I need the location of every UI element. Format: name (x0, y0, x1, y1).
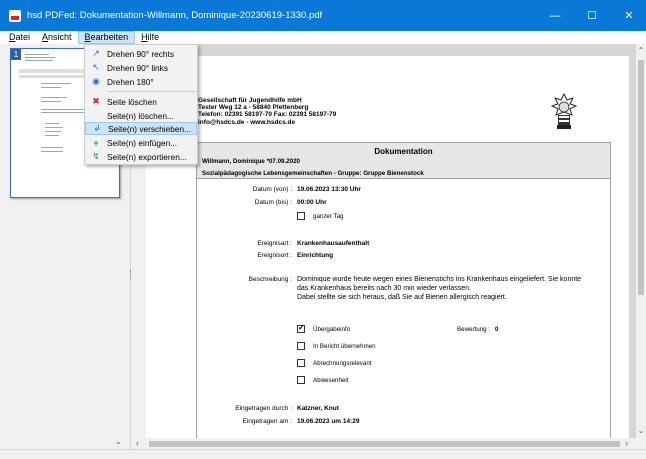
group-line: Sozialpädagogische Lebensgemeinschaften … (202, 170, 424, 177)
thumbnail-page-number: 1 (11, 49, 21, 60)
menu-item-rotate-right[interactable]: ↗ Drehen 90° rechts (85, 47, 197, 60)
app-pdf-icon (9, 9, 21, 22)
menu-item-delete-pages[interactable]: Seite(n) löschen... (85, 109, 197, 122)
eingetragen-am-value: 19.06.2023 um 14:29 (297, 418, 360, 425)
ereignisart-value: Krankenhausaufenthalt (297, 240, 370, 247)
ganzer-tag-label: ganzer Tag (313, 213, 344, 220)
menu-bearbeiten[interactable]: Bearbeiten (77, 31, 136, 44)
scroll-left-icon[interactable]: ‹ (136, 438, 139, 448)
beschreibung-line-1: Dominique wurde heute wegen eines Bienen… (297, 276, 582, 283)
menu-bar: Datei Ansicht Bearbeiten Hilfe (0, 31, 646, 44)
document-title: Dokumentation (374, 147, 433, 156)
vertical-scrollbar[interactable]: ⌃ ⌄ (636, 44, 646, 438)
document-viewer[interactable]: Gesellschaft für Jugendhilfe mbH Tester … (146, 44, 636, 438)
minimize-button[interactable]: — (538, 0, 572, 31)
pdf-page: Gesellschaft für Jugendhilfe mbH Tester … (146, 56, 629, 438)
scroll-right-icon[interactable]: › (625, 438, 628, 448)
thumbnail-scroll-down-icon[interactable]: ⌄ (115, 437, 122, 446)
company-header: Gesellschaft für Jugendhilfe mbH Tester … (198, 97, 337, 126)
datum-bis-value: 00:00 Uhr (297, 199, 327, 206)
move-pages-icon: ↲ (93, 123, 101, 133)
menu-item-rotate-180[interactable]: ◉ Drehen 180° (85, 75, 197, 88)
abrechnung-label: Abrechnungsrelevant (313, 360, 372, 367)
panel-splitter[interactable] (130, 270, 132, 280)
rotate-180-icon: ◉ (92, 76, 100, 86)
title-bar: hsd PDFed: Dokumentation-Willmann, Domin… (0, 0, 646, 31)
ereignisort-value: Einrichtung (297, 252, 334, 259)
datum-bis-label: Datum (bis) : (254, 199, 292, 206)
menu-datei[interactable]: Datei (3, 31, 36, 44)
ganzer-tag-checkbox (297, 212, 305, 220)
status-bar (0, 449, 646, 459)
rotate-left-icon: ↖ (92, 62, 100, 72)
vertical-scroll-thumb[interactable] (638, 60, 644, 295)
menu-separator (107, 91, 197, 92)
eingetragen-durch-label: Eingetragen durch : (235, 405, 292, 412)
menu-item-move-pages[interactable]: ↲ Seite(n) verschieben... (85, 122, 197, 135)
in-bericht-checkbox (297, 342, 305, 350)
beschreibung-line-3: Dabei stellte sie sich heraus, daß Sie a… (297, 294, 507, 301)
eingetragen-durch-value: Katzner, Knut (297, 405, 339, 412)
maximize-button[interactable]: ☐ (575, 0, 609, 31)
documentation-box: Dokumentation Willmann, Dominique *07.09… (196, 142, 611, 438)
bewertung-label: Bewertung : (457, 326, 491, 333)
abrechnung-checkbox (297, 359, 305, 367)
beschreibung-label: Beschreibung : (248, 276, 292, 283)
menu-item-delete-page[interactable]: ✖ Seite löschen (85, 95, 197, 108)
abwesenheit-checkbox (297, 376, 305, 384)
eingetragen-am-label: Eingetragen am : (242, 418, 292, 425)
menu-ansicht[interactable]: Ansicht (36, 31, 78, 44)
menu-item-insert-pages[interactable]: + Seite(n) einfügen... (85, 136, 197, 149)
documentation-header: Dokumentation Willmann, Dominique *07.09… (197, 143, 610, 179)
menu-item-rotate-left[interactable]: ↖ Drehen 90° links (85, 61, 197, 74)
company-logo (550, 92, 578, 129)
ereignisart-label: Ereignisart : (257, 240, 292, 247)
scroll-up-icon[interactable]: ⌃ (636, 46, 646, 55)
delete-icon: ✖ (92, 96, 100, 106)
menu-item-export-pages[interactable]: ↯ Seite(n) exportieren... (85, 150, 197, 163)
export-pages-icon: ↯ (92, 151, 100, 161)
uebergabeinfo-checkbox (297, 323, 305, 333)
close-button[interactable]: ✕ (612, 0, 646, 31)
bearbeiten-dropdown: ↗ Drehen 90° rechts ↖ Drehen 90° links ◉… (84, 44, 198, 165)
rotate-right-icon: ↗ (92, 48, 100, 58)
uebergabeinfo-label: Übergabeinfo (313, 326, 351, 333)
datum-von-label: Datum (von) : (252, 186, 292, 193)
person-line: Willmann, Dominique *07.09.2020 (202, 158, 300, 165)
scroll-down-icon[interactable]: ⌄ (636, 426, 646, 435)
menu-hilfe[interactable]: Hilfe (135, 31, 165, 44)
in-bericht-label: In Bericht übernehmen (313, 343, 376, 350)
beschreibung-line-2: das Krankenhaus bereits nach 30 min wied… (297, 285, 471, 292)
abwesenheit-label: Abwesenheit (313, 377, 349, 384)
insert-pages-icon: + (93, 137, 99, 148)
horizontal-scrollbar[interactable]: ‹ › (133, 438, 636, 449)
datum-von-value: 19.06.2023 13:30 Uhr (297, 186, 361, 193)
horizontal-scroll-thumb[interactable] (149, 441, 620, 447)
ereignisort-label: Ereignisort : (257, 252, 292, 259)
window-title: hsd PDFed: Dokumentation-Willmann, Domin… (27, 10, 323, 21)
bewertung-value: 0 (495, 326, 499, 333)
